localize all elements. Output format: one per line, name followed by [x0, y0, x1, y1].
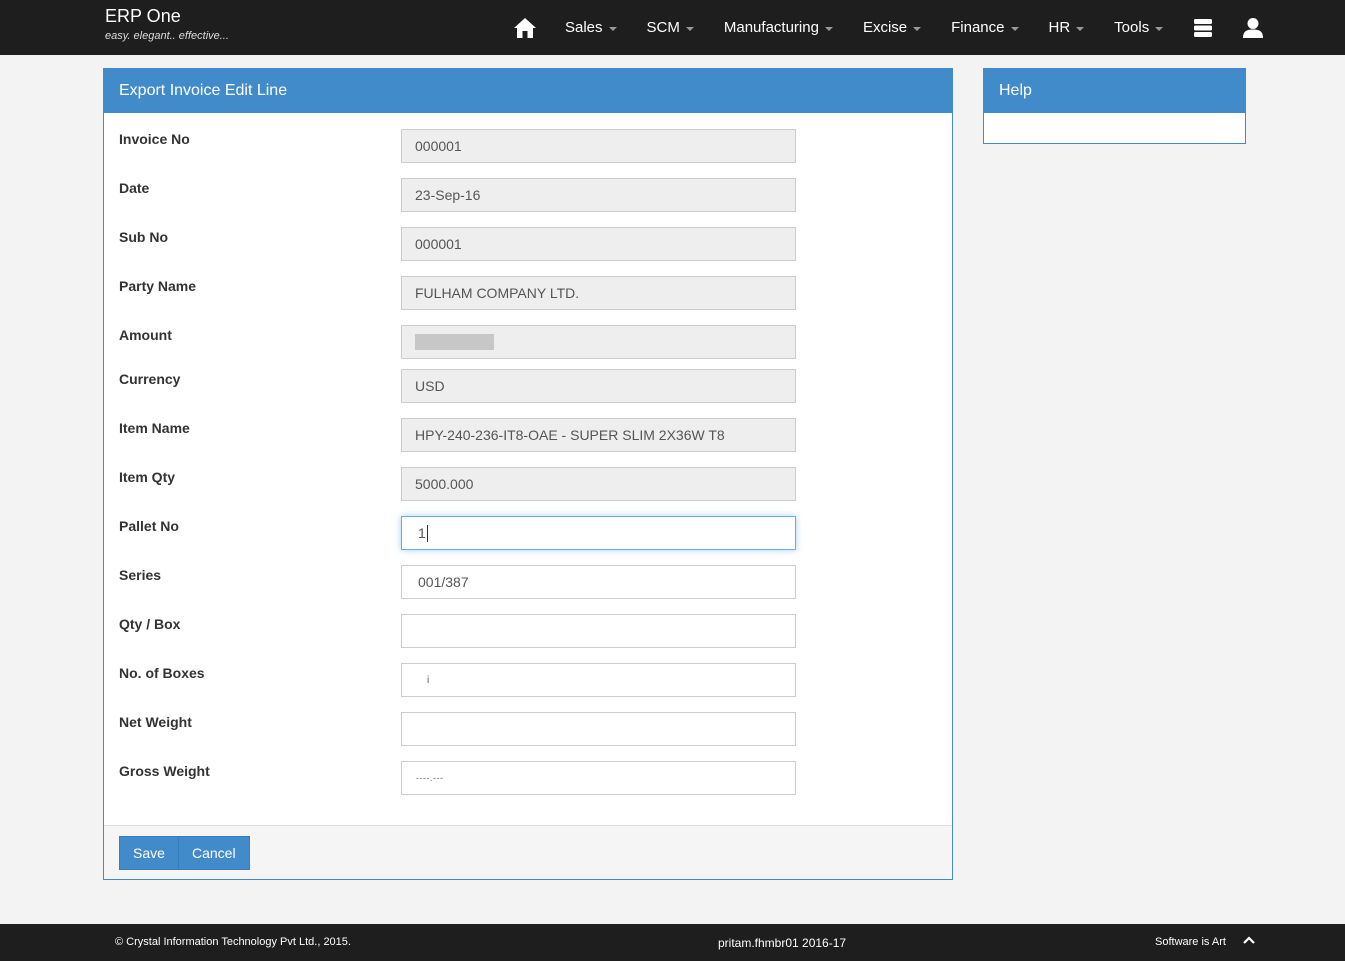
nav-sales[interactable]: Sales [550, 0, 632, 55]
amount-masked-value [415, 334, 494, 350]
pallet-no-label: Pallet No [119, 518, 179, 534]
database-icon[interactable] [1178, 0, 1228, 55]
invoice-no-field[interactable]: 000001 [401, 129, 796, 163]
item-qty-row: Item Qty 5000.000 [104, 467, 952, 501]
slogan-text: Software is Art [1155, 936, 1226, 948]
series-value: 001/387 [418, 574, 469, 590]
page-footer: © Crystal Information Technology Pvt Ltd… [0, 924, 1345, 961]
series-row: Series 001/387 [104, 565, 952, 599]
home-icon[interactable] [500, 0, 550, 55]
net-weight-label: Net Weight [119, 714, 192, 730]
gross-weight-input[interactable]: - - - - . - - - [401, 761, 796, 795]
pallet-no-input[interactable]: 1 [401, 516, 796, 550]
party-name-row: Party Name FULHAM COMPANY LTD. [104, 276, 952, 310]
nav-hr-label: HR [1048, 19, 1071, 36]
nav-finance-label: Finance [951, 19, 1005, 36]
user-icon[interactable] [1228, 0, 1278, 55]
net-weight-row: Net Weight [104, 712, 952, 746]
caret-down-icon [824, 26, 833, 31]
session-text: pritam.fhmbr01 2016-17 [718, 936, 847, 950]
caret-down-icon [608, 26, 617, 31]
nav-sales-label: Sales [565, 19, 603, 36]
nav-scm[interactable]: SCM [632, 0, 709, 55]
sub-no-value: 000001 [415, 236, 462, 252]
series-label: Series [119, 567, 162, 583]
amount-field[interactable] [401, 325, 796, 359]
no-of-boxes-row: No. of Boxes i [104, 663, 952, 697]
nav-scm-label: SCM [646, 19, 680, 36]
nav-hr[interactable]: HR [1034, 0, 1100, 55]
invoice-no-label: Invoice No [119, 131, 190, 147]
currency-value: USD [415, 378, 445, 394]
net-weight-input[interactable] [401, 712, 796, 746]
cancel-button[interactable]: Cancel [178, 836, 250, 870]
panel-title: Export Invoice Edit Line [104, 69, 952, 113]
export-invoice-edit-panel: Export Invoice Edit Line Invoice No 0000… [103, 68, 953, 880]
no-of-boxes-input[interactable]: i [401, 663, 796, 697]
qty-per-box-label: Qty / Box [119, 616, 181, 632]
help-panel: Help [983, 68, 1246, 144]
currency-field[interactable]: USD [401, 369, 796, 403]
caret-down-icon [1155, 26, 1164, 31]
date-value: 23-Sep-16 [415, 187, 481, 203]
nav-excise[interactable]: Excise [848, 0, 936, 55]
no-of-boxes-value: i [427, 674, 430, 686]
main-nav: Sales SCM Manufacturing Excise Finance H… [500, 0, 1278, 55]
copyright-text: © Crystal Information Technology Pvt Ltd… [115, 936, 351, 948]
brand[interactable]: ERP One easy. elegant.. effective... [105, 6, 229, 42]
app-tagline: easy. elegant.. effective... [105, 30, 229, 42]
top-navbar: ERP One easy. elegant.. effective... Sal… [0, 0, 1345, 55]
nav-manufacturing-label: Manufacturing [723, 19, 819, 36]
item-name-row: Item Name HPY-240-236-IT8-OAE - SUPER SL… [104, 418, 952, 452]
nav-tools-label: Tools [1114, 19, 1150, 36]
gross-weight-row: Gross Weight - - - - . - - - [104, 761, 952, 795]
date-label: Date [119, 180, 150, 196]
qty-per-box-input[interactable] [401, 614, 796, 648]
edit-form: Invoice No 000001 Date 23-Sep-16 Sub No … [104, 113, 952, 825]
caret-down-icon [1076, 26, 1085, 31]
help-title: Help [984, 69, 1245, 113]
pallet-no-row: Pallet No 1 [104, 516, 952, 550]
nav-manufacturing[interactable]: Manufacturing [709, 0, 848, 55]
invoice-no-value: 000001 [415, 138, 462, 154]
date-field[interactable]: 23-Sep-16 [401, 178, 796, 212]
save-button[interactable]: Save [119, 836, 179, 870]
item-name-field[interactable]: HPY-240-236-IT8-OAE - SUPER SLIM 2X36W T… [401, 418, 796, 452]
party-name-value: FULHAM COMPANY LTD. [415, 285, 580, 301]
caret-down-icon [685, 26, 694, 31]
sub-no-row: Sub No 000001 [104, 227, 952, 261]
app-title: ERP One [105, 6, 181, 26]
party-name-label: Party Name [119, 278, 197, 294]
date-row: Date 23-Sep-16 [104, 178, 952, 212]
caret-down-icon [1010, 26, 1019, 31]
amount-row: Amount [104, 325, 952, 359]
item-qty-field[interactable]: 5000.000 [401, 467, 796, 501]
item-qty-label: Item Qty [119, 469, 176, 485]
nav-tools[interactable]: Tools [1099, 0, 1178, 55]
currency-label: Currency [119, 371, 181, 387]
pallet-no-value: 1 [418, 525, 426, 541]
amount-label: Amount [119, 327, 172, 343]
sub-no-label: Sub No [119, 229, 168, 245]
series-input[interactable]: 001/387 [401, 565, 796, 599]
item-name-value: HPY-240-236-IT8-OAE - SUPER SLIM 2X36W T… [415, 427, 725, 443]
nav-excise-label: Excise [862, 19, 908, 36]
qty-per-box-row: Qty / Box [104, 614, 952, 648]
panel-footer: Save Cancel [104, 825, 952, 879]
gross-weight-value: - - - - . - - - [416, 773, 443, 783]
item-name-label: Item Name [119, 420, 190, 436]
caret-down-icon [913, 26, 922, 31]
currency-row: Currency USD [104, 369, 952, 403]
chevron-up-icon[interactable] [1243, 935, 1255, 948]
nav-finance[interactable]: Finance [936, 0, 1033, 55]
sub-no-field[interactable]: 000001 [401, 227, 796, 261]
party-name-field[interactable]: FULHAM COMPANY LTD. [401, 276, 796, 310]
item-qty-value: 5000.000 [415, 476, 474, 492]
gross-weight-label: Gross Weight [119, 763, 210, 779]
text-cursor [426, 524, 428, 542]
invoice-no-row: Invoice No 000001 [104, 129, 952, 163]
no-of-boxes-label: No. of Boxes [119, 665, 205, 681]
